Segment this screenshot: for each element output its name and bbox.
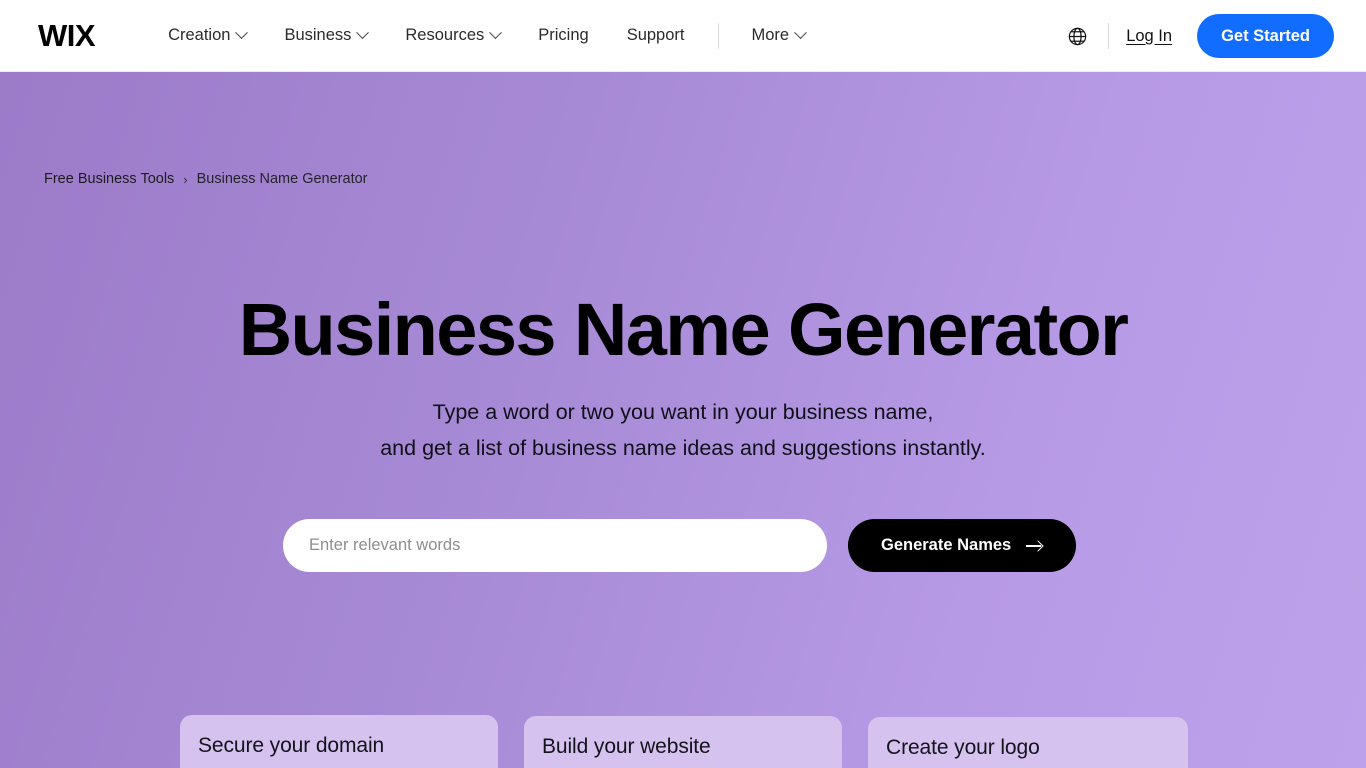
feature-cards: Secure your domain Check if your favorit… (0, 643, 1366, 768)
log-in-link[interactable]: Log In (1126, 27, 1172, 46)
chevron-down-icon (489, 26, 503, 40)
page-subtitle: Type a word or two you want in your busi… (0, 394, 1366, 466)
card-title: Build your website (542, 735, 711, 758)
hero-section: Free Business Tools › Business Name Gene… (0, 72, 1366, 768)
name-generator-form: Generate Names (283, 519, 1077, 572)
nav-item-label: Pricing (538, 26, 589, 44)
arrow-right-icon (1026, 540, 1043, 551)
subtitle-line-1: Type a word or two you want in your busi… (432, 400, 934, 424)
chevron-down-icon (356, 26, 370, 40)
nav-item-creation[interactable]: Creation (149, 0, 265, 71)
card-title: Create your logo (886, 736, 1040, 759)
nav-divider (717, 22, 719, 49)
card-build-your-website[interactable]: Build your website Take your new company… (524, 716, 842, 768)
card-title: Secure your domain (198, 734, 385, 757)
get-started-button[interactable]: Get Started (1197, 14, 1334, 58)
card-text: Take your new company name online (542, 761, 824, 768)
breadcrumb: Free Business Tools › Business Name Gene… (44, 171, 368, 187)
nav-item-label: Resources (405, 26, 485, 44)
nav-item-label: Support (626, 26, 685, 44)
top-bar-right-group: Log In Get Started (1061, 0, 1334, 72)
breadcrumb-current: Business Name Generator (196, 171, 368, 187)
nav-item-resources[interactable]: Resources (386, 0, 519, 71)
chevron-down-icon (794, 26, 807, 40)
nav-item-label: Creation (168, 26, 231, 44)
search-input[interactable] (283, 519, 827, 572)
main-nav: Creation Business Resources Pricing Supp… (149, 0, 824, 71)
globe-icon[interactable] (1061, 20, 1093, 52)
card-text: Check if your favorite domain name is (198, 760, 480, 768)
nav-item-support[interactable]: Support (608, 0, 704, 71)
nav-item-more[interactable]: More (733, 0, 825, 71)
card-secure-your-domain[interactable]: Secure your domain Check if your favorit… (180, 715, 498, 768)
header-divider (1108, 23, 1110, 49)
breadcrumb-parent-link[interactable]: Free Business Tools (44, 171, 174, 187)
chevron-down-icon (235, 26, 249, 40)
generate-names-label: Generate Names (881, 536, 1012, 554)
breadcrumb-separator-icon: › (183, 171, 188, 187)
subtitle-line-2: and get a list of business name ideas an… (380, 436, 986, 460)
top-navigation-bar: WIX Creation Business Resources Pricing … (0, 0, 1366, 72)
wix-logo[interactable]: WIX (38, 20, 96, 51)
nav-item-business[interactable]: Business (265, 0, 386, 71)
nav-item-label: More (751, 26, 790, 44)
generate-names-button[interactable]: Generate Names (848, 519, 1077, 572)
card-create-your-logo[interactable]: Create your logo Establish your brand wi… (868, 717, 1188, 768)
nav-item-pricing[interactable]: Pricing (519, 0, 607, 71)
card-text: Establish your brand with a logo that (886, 762, 1170, 768)
page-title: Business Name Generator (238, 288, 1129, 371)
nav-item-label: Business (284, 26, 352, 44)
